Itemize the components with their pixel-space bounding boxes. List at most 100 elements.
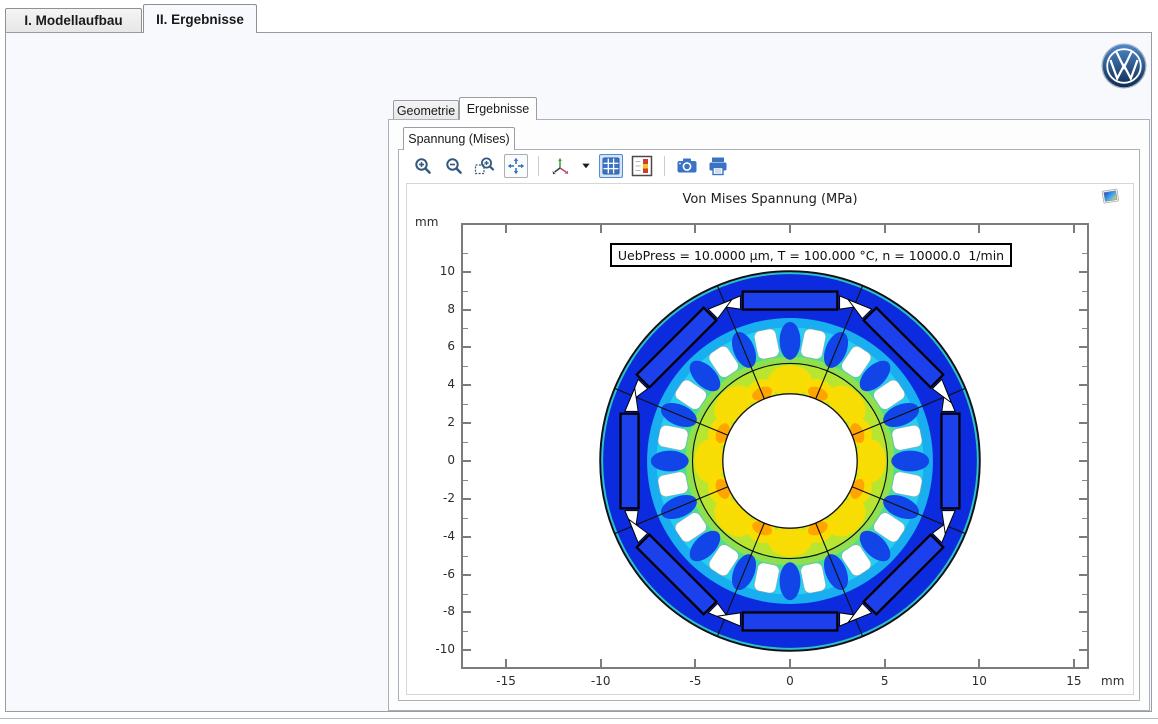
y-minor-tick-mark	[463, 631, 468, 632]
y-tick-mark	[463, 309, 471, 311]
y-tick-label: -10	[407, 642, 455, 656]
y-minor-tick-mark	[463, 366, 468, 367]
color-legend-toggle-button[interactable]	[630, 154, 654, 178]
y-minor-tick-mark	[1082, 631, 1087, 632]
plot-tab-spannung-mises[interactable]: Spannung (Mises)	[403, 127, 515, 150]
zoom-in-icon	[413, 156, 433, 176]
y-tick-mark	[1079, 271, 1087, 273]
printer-icon	[707, 155, 729, 177]
y-tick-label: 6	[407, 339, 455, 353]
viewer-tab-geometrie[interactable]: Geometrie	[393, 100, 459, 120]
x-tick-mark	[600, 225, 602, 233]
x-tick-label: -5	[689, 674, 701, 688]
y-minor-tick-mark	[463, 404, 468, 405]
grid-toggle-button[interactable]	[599, 154, 623, 178]
y-tick-mark	[463, 346, 471, 348]
y-tick-mark	[1079, 611, 1087, 613]
y-minor-tick-mark	[1082, 404, 1087, 405]
x-tick-label: -10	[591, 674, 611, 688]
plot-canvas[interactable]: Von Mises Spannung (MPa) mm mm	[406, 183, 1134, 695]
y-tick-mark	[463, 271, 471, 273]
y-minor-tick-mark	[1082, 480, 1087, 481]
tab-ergebnisse-label: II. Ergebnisse	[156, 12, 244, 27]
application-window: I. Modellaufbau II. Ergebnisse i Letzte …	[0, 0, 1158, 724]
tab-modellaufbau[interactable]: I. Modellaufbau	[5, 8, 142, 32]
x-tick-mark	[789, 659, 791, 667]
y-tick-label: -2	[407, 491, 455, 505]
y-tick-label: -4	[407, 529, 455, 543]
x-tick-label: 0	[786, 674, 794, 688]
y-minor-tick-mark	[1082, 518, 1087, 519]
y-tick-mark	[463, 574, 471, 576]
x-tick-mark	[884, 659, 886, 667]
y-tick-mark	[1079, 649, 1087, 651]
x-tick-mark	[505, 225, 507, 233]
y-tick-mark	[1079, 384, 1087, 386]
plot-thumbnail-icon[interactable]	[1101, 187, 1121, 211]
y-minor-tick-mark	[463, 442, 468, 443]
x-axis-unit: mm	[1101, 674, 1124, 688]
plot-toolbar	[411, 153, 730, 179]
y-tick-mark	[1079, 346, 1087, 348]
plot-panel: Von Mises Spannung (MPa) mm mm	[398, 149, 1140, 701]
y-tick-mark	[463, 460, 471, 462]
y-axis-unit: mm	[415, 215, 438, 229]
print-button[interactable]	[706, 154, 730, 178]
y-minor-tick-mark	[463, 253, 468, 254]
y-tick-label: -8	[407, 604, 455, 618]
x-tick-mark	[978, 659, 980, 667]
x-tick-mark	[1073, 659, 1075, 667]
zoom-extents-button[interactable]	[504, 154, 528, 178]
y-tick-mark	[463, 536, 471, 538]
y-minor-tick-mark	[463, 480, 468, 481]
y-tick-label: 8	[407, 302, 455, 316]
window-bottom-edge	[0, 718, 1158, 719]
orientation-dropdown-caret[interactable]	[580, 154, 592, 178]
x-tick-label: 15	[1066, 674, 1081, 688]
zoom-out-button[interactable]	[442, 154, 466, 178]
x-tick-label: 5	[881, 674, 889, 688]
y-tick-label: 10	[407, 264, 455, 278]
y-tick-label: 0	[407, 453, 455, 467]
x-tick-mark	[600, 659, 602, 667]
tab-ergebnisse[interactable]: II. Ergebnisse	[143, 4, 257, 33]
color-legend-icon	[631, 155, 653, 177]
toolbar-separator	[664, 156, 665, 176]
y-tick-mark	[1079, 460, 1087, 462]
x-tick-label: -15	[496, 674, 516, 688]
y-tick-mark	[1079, 574, 1087, 576]
y-tick-label: -6	[407, 567, 455, 581]
y-tick-mark	[1079, 498, 1087, 500]
camera-icon	[676, 155, 698, 177]
x-tick-mark	[978, 225, 980, 233]
x-tick-label: 10	[972, 674, 987, 688]
y-tick-mark	[1079, 309, 1087, 311]
y-minor-tick-mark	[1082, 291, 1087, 292]
zoom-extents-icon	[507, 157, 525, 175]
zoom-in-button[interactable]	[411, 154, 435, 178]
y-tick-mark	[463, 611, 471, 613]
y-minor-tick-mark	[463, 291, 468, 292]
tab-modellaufbau-label: I. Modellaufbau	[24, 13, 122, 28]
vw-logo	[1100, 42, 1148, 90]
view-orientation-button[interactable]	[549, 154, 573, 178]
y-tick-mark	[463, 498, 471, 500]
y-tick-mark	[1079, 536, 1087, 538]
x-tick-mark	[1073, 225, 1075, 233]
y-tick-mark	[463, 649, 471, 651]
y-tick-mark	[1079, 422, 1087, 424]
y-minor-tick-mark	[463, 328, 468, 329]
toolbar-separator	[538, 156, 539, 176]
snapshot-button[interactable]	[675, 154, 699, 178]
zoom-box-button[interactable]	[473, 154, 497, 178]
y-tick-mark	[463, 422, 471, 424]
plot-annotation-box: UebPress = 10.0000 μm, T = 100.000 °C, n…	[610, 243, 1012, 267]
x-tick-mark	[884, 225, 886, 233]
grid-icon	[602, 157, 620, 175]
y-minor-tick-mark	[1082, 328, 1087, 329]
y-minor-tick-mark	[1082, 594, 1087, 595]
x-tick-mark	[789, 225, 791, 233]
viewer-tab-ergebnisse[interactable]: Ergebnisse	[459, 97, 537, 120]
y-minor-tick-mark	[463, 594, 468, 595]
y-tick-label: 2	[407, 415, 455, 429]
